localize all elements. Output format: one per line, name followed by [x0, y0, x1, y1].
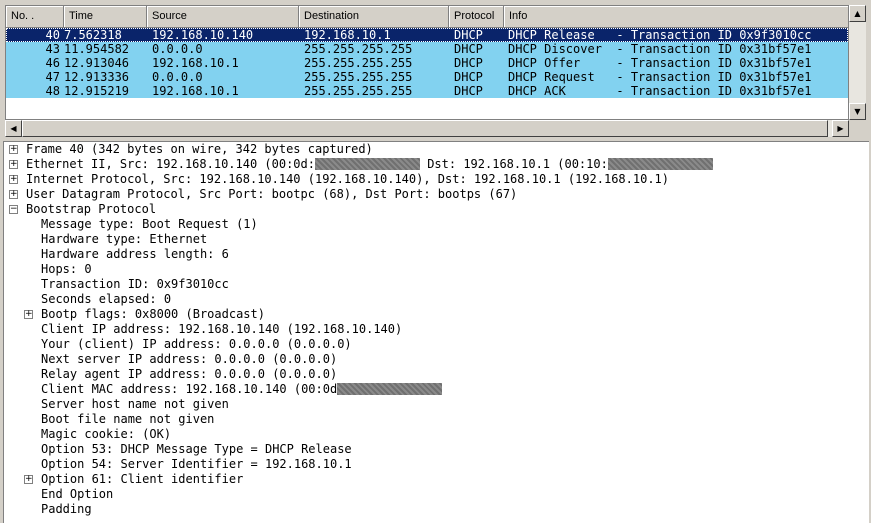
column-header-destination[interactable]: Destination: [299, 6, 449, 28]
horizontal-scroll-thumb[interactable]: [22, 120, 828, 137]
packet-time: 12.913046: [64, 56, 130, 70]
tree-field[interactable]: Option 54: Server Identifier = 192.168.1…: [41, 457, 352, 472]
packet-no: 48: [45, 84, 60, 98]
packet-no: 46: [45, 56, 60, 70]
column-header-protocol[interactable]: Protocol: [449, 6, 504, 28]
packet-no: 47: [45, 70, 60, 84]
column-header-no[interactable]: No. .: [6, 6, 64, 28]
packet-info: DHCP Request - Transaction ID 0x31bf57e1: [508, 70, 812, 84]
tree-field[interactable]: End Option: [41, 487, 113, 502]
tree-node-bootp[interactable]: Bootstrap Protocol: [26, 202, 156, 217]
packet-time: 12.915219: [64, 84, 130, 98]
tree-field[interactable]: Magic cookie: (OK): [41, 427, 171, 442]
packet-destination: 192.168.10.1: [304, 28, 391, 42]
packet-destination: 255.255.255.255: [304, 56, 413, 70]
tree-field[interactable]: Boot file name not given: [41, 412, 214, 427]
tree-field[interactable]: Your (client) IP address: 0.0.0.0 (0.0.0…: [41, 337, 352, 352]
packet-row[interactable]: 47 12.913336 0.0.0.0 255.255.255.255 DHC…: [6, 70, 848, 84]
column-header-source[interactable]: Source: [147, 6, 299, 28]
tree-field[interactable]: Relay agent IP address: 0.0.0.0 (0.0.0.0…: [41, 367, 337, 382]
packet-protocol: DHCP: [454, 70, 483, 84]
tree-field[interactable]: Option 53: DHCP Message Type = DHCP Rele…: [41, 442, 352, 457]
scroll-down-icon[interactable]: ▼: [849, 103, 866, 120]
scrollbar-corner: [849, 120, 866, 137]
tree-field[interactable]: Message type: Boot Request (1): [41, 217, 258, 232]
client-mac-text: Client MAC address: 192.168.10.140 (00:0…: [41, 382, 338, 396]
scroll-right-icon[interactable]: ▶: [832, 120, 849, 137]
packet-protocol: DHCP: [454, 28, 483, 42]
redacted-mac: [314, 158, 420, 170]
tree-node-bootp-flags[interactable]: Bootp flags: 0x8000 (Broadcast): [41, 307, 265, 322]
packet-protocol: DHCP: [454, 42, 483, 56]
packet-info: DHCP Release - Transaction ID 0x9f3010cc: [508, 28, 812, 42]
packet-row[interactable]: 48 12.915219 192.168.10.1 255.255.255.25…: [6, 84, 848, 98]
ethernet-text: Ethernet II, Src: 192.168.10.140 (00:0d:: [26, 157, 315, 171]
tree-field[interactable]: Padding: [41, 502, 92, 517]
tree-field[interactable]: Hardware type: Ethernet: [41, 232, 207, 247]
packet-protocol: DHCP: [454, 84, 483, 98]
packet-time: 11.954582: [64, 42, 130, 56]
packet-list-vertical-scrollbar[interactable]: ▲ ▼: [849, 5, 866, 120]
tree-node-frame[interactable]: Frame 40 (342 bytes on wire, 342 bytes c…: [26, 142, 373, 157]
packet-destination: 255.255.255.255: [304, 42, 413, 56]
expand-icon[interactable]: +: [9, 160, 18, 169]
packet-time: 7.562318: [64, 28, 122, 42]
tree-node-option61[interactable]: Option 61: Client identifier: [41, 472, 243, 487]
packet-destination: 255.255.255.255: [304, 70, 413, 84]
packet-row[interactable]: 40 7.562318 192.168.10.140 192.168.10.1 …: [6, 28, 848, 42]
packet-info: DHCP Discover - Transaction ID 0x31bf57e…: [508, 42, 812, 56]
column-header-time[interactable]: Time: [64, 6, 147, 28]
packet-destination: 255.255.255.255: [304, 84, 413, 98]
packet-protocol: DHCP: [454, 56, 483, 70]
tree-field[interactable]: Server host name not given: [41, 397, 229, 412]
packet-row[interactable]: 46 12.913046 192.168.10.1 255.255.255.25…: [6, 56, 848, 70]
tree-node-udp[interactable]: User Datagram Protocol, Src Port: bootpc…: [26, 187, 517, 202]
redacted-mac: [337, 383, 443, 395]
scroll-left-icon[interactable]: ◀: [5, 120, 22, 137]
packet-time: 12.913336: [64, 70, 130, 84]
redacted-mac: [607, 158, 713, 170]
tree-node-ethernet[interactable]: Ethernet II, Src: 192.168.10.140 (00:0d:…: [26, 157, 713, 172]
packet-no: 43: [45, 42, 60, 56]
packet-row[interactable]: 43 11.954582 0.0.0.0 255.255.255.255 DHC…: [6, 42, 848, 56]
packet-no: 40: [45, 28, 60, 42]
tree-node-ip[interactable]: Internet Protocol, Src: 192.168.10.140 (…: [26, 172, 669, 187]
packet-source: 0.0.0.0: [152, 70, 203, 84]
tree-field[interactable]: Seconds elapsed: 0: [41, 292, 171, 307]
column-header-info[interactable]: Info: [504, 6, 848, 28]
expand-icon[interactable]: +: [9, 190, 18, 199]
scroll-up-icon[interactable]: ▲: [849, 5, 866, 22]
packet-source: 0.0.0.0: [152, 42, 203, 56]
tree-field[interactable]: Hops: 0: [41, 262, 92, 277]
ethernet-dst-text: Dst: 192.168.10.1 (00:10:: [419, 157, 608, 171]
packet-source: 192.168.10.1: [152, 56, 239, 70]
tree-field[interactable]: Hardware address length: 6: [41, 247, 229, 262]
tree-field[interactable]: Next server IP address: 0.0.0.0 (0.0.0.0…: [41, 352, 337, 367]
packet-source: 192.168.10.1: [152, 84, 239, 98]
packet-info: DHCP Offer - Transaction ID 0x31bf57e1: [508, 56, 812, 70]
tree-field-client-mac[interactable]: Client MAC address: 192.168.10.140 (00:0…: [41, 382, 443, 397]
expand-icon[interactable]: +: [9, 175, 18, 184]
expand-icon[interactable]: +: [9, 145, 18, 154]
packet-list[interactable]: No. . Time Source Destination Protocol I…: [5, 5, 849, 120]
packet-source: 192.168.10.140: [152, 28, 254, 42]
collapse-icon[interactable]: −: [9, 205, 18, 214]
packet-details-tree[interactable]: + Frame 40 (342 bytes on wire, 342 bytes…: [3, 141, 869, 523]
expand-icon[interactable]: +: [24, 475, 33, 484]
tree-field[interactable]: Transaction ID: 0x9f3010cc: [41, 277, 229, 292]
expand-icon[interactable]: +: [24, 310, 33, 319]
packet-list-header: No. . Time Source Destination Protocol I…: [6, 6, 848, 28]
tree-field[interactable]: Client IP address: 192.168.10.140 (192.1…: [41, 322, 402, 337]
packet-info: DHCP ACK - Transaction ID 0x31bf57e1: [508, 84, 812, 98]
packet-list-horizontal-scrollbar[interactable]: ◀ ▶: [5, 120, 849, 137]
